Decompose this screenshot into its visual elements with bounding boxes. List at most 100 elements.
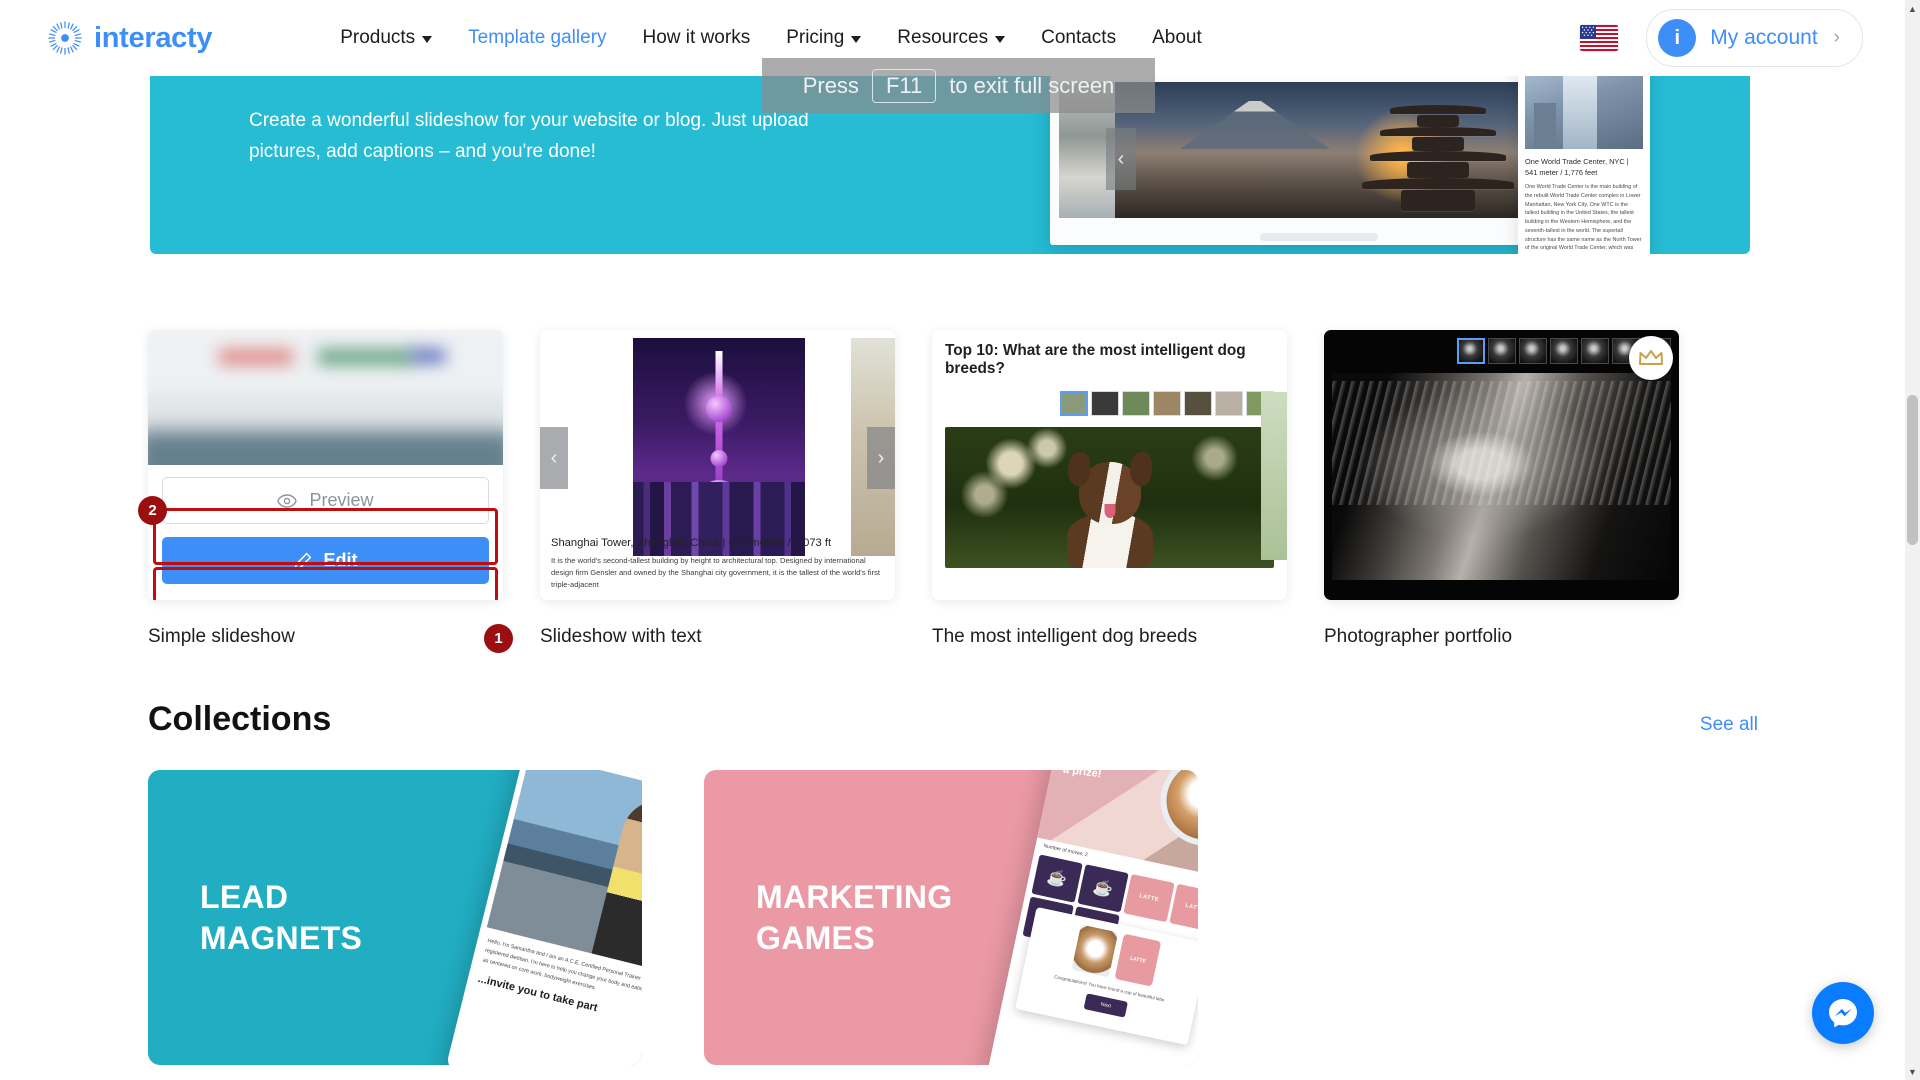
template-thumbnail[interactable]: [1324, 330, 1679, 600]
lead-magnet-mockup: Summer fitness mar... Hello, I'm Samanth…: [445, 770, 642, 1065]
nav-label: Pricing: [786, 27, 845, 48]
template-title: Slideshow with text: [540, 626, 702, 647]
nav-item-products[interactable]: Products: [322, 21, 450, 55]
thumbnail-item[interactable]: [1550, 338, 1578, 364]
scroll-down-arrow[interactable]: ▼: [1905, 1063, 1920, 1080]
matched-pair: LATTE: [1071, 924, 1162, 987]
us-flag-icon[interactable]: [1580, 25, 1619, 51]
hero-prev-arrow[interactable]: ‹: [1106, 128, 1136, 190]
hero-illustration: ‹ › One World Trade Center, NYC | 541 me…: [1050, 64, 1750, 254]
thumbnail-item[interactable]: [1519, 338, 1547, 364]
next-slide-peek: [1261, 392, 1287, 560]
thumbnail-item[interactable]: [1091, 391, 1119, 416]
match-card-label: LATTE: [1114, 933, 1162, 987]
preview-button[interactable]: Preview: [162, 477, 489, 524]
collections-title: Collections: [148, 700, 332, 738]
avatar: i: [1658, 19, 1697, 57]
chevron-down-icon: [422, 35, 433, 43]
template-card-slideshow-with-text[interactable]: ‹ › Shanghai Tower, Shanghai, China | 63…: [540, 330, 895, 648]
nav-label: Products: [340, 27, 416, 48]
thumbnail-item[interactable]: [1184, 391, 1212, 416]
annotation-badge-2: 2: [138, 496, 167, 525]
thumbnail-strip: [1332, 338, 1671, 364]
notice-after: to exit full screen: [949, 72, 1115, 98]
preview-button-label: Preview: [309, 490, 374, 510]
marketing-game-mockup: Find pairsand geta prize! Original Quiz …: [984, 770, 1198, 1065]
hero-slide-image: [1115, 82, 1579, 218]
template-thumbnail[interactable]: ‹ › Shanghai Tower, Shanghai, China | 63…: [540, 330, 895, 600]
portrait-photo: [1332, 373, 1671, 580]
template-grid: Preview Edit 2 1 Simple slideshow ‹ › Sh…: [138, 330, 1758, 653]
tower-sphere: [706, 396, 732, 422]
edit-button-label: Edit: [323, 550, 358, 570]
scrollbar-thumb[interactable]: [1907, 395, 1918, 545]
monitor-stand: [1260, 233, 1378, 241]
thumbnail-item[interactable]: [1122, 391, 1150, 416]
see-all-link[interactable]: See all: [1700, 714, 1758, 736]
page-scrollbar[interactable]: ▲ ▼: [1905, 0, 1920, 1080]
game-tile: ☕: [1077, 864, 1129, 913]
sunburst-logo-icon: [48, 21, 82, 55]
template-title: Photographer portfolio: [1324, 626, 1513, 647]
template-thumbnail[interactable]: Preview Edit: [148, 330, 503, 600]
collection-label: MARKETING GAMES: [756, 878, 953, 956]
crown-icon: [1639, 350, 1663, 365]
nav-label: How it works: [642, 27, 751, 48]
chevron-down-icon: [995, 35, 1006, 43]
thumbnail-item[interactable]: [1581, 338, 1609, 364]
header-right: i My account ›: [1580, 9, 1863, 67]
chevron-right-icon: ›: [1833, 27, 1840, 48]
game-tile: LATTE: [1169, 883, 1198, 933]
blur-accent: [410, 348, 445, 363]
hair-texture: [1332, 381, 1671, 506]
nav-item-pricing[interactable]: Pricing: [768, 21, 879, 55]
annotation-badge-1: 1: [484, 624, 513, 653]
logo[interactable]: interacty: [46, 19, 212, 57]
tower-shape: [715, 351, 723, 502]
nav-item-how-it-works[interactable]: How it works: [625, 21, 769, 55]
pencil-icon: [293, 552, 311, 570]
nav-item-template-gallery[interactable]: Template gallery: [450, 21, 624, 55]
my-account-label: My account: [1710, 26, 1818, 49]
slide-next-arrow[interactable]: ›: [867, 427, 895, 490]
nav-item-resources[interactable]: Resources: [879, 21, 1023, 55]
tower-sphere: [710, 450, 728, 467]
collection-card-lead-magnets[interactable]: LEADMAGNETS Summer fitness mar... Hello,…: [148, 770, 642, 1065]
nav-label: Contacts: [1041, 27, 1117, 48]
thumbnail-strip: [945, 391, 1274, 416]
hero-side-card: One World Trade Center, NYC | 541 meter …: [1518, 64, 1650, 254]
game-tile: LATTE: [1123, 873, 1175, 923]
template-thumbnail[interactable]: Top 10: What are the most intelligent do…: [932, 330, 1287, 600]
template-title: Simple slideshow: [148, 626, 295, 647]
side-card-title: One World Trade Center, NYC | 541 meter …: [1525, 157, 1629, 178]
slide-prev-arrow[interactable]: ‹: [540, 427, 568, 490]
my-account-button[interactable]: i My account ›: [1646, 9, 1863, 67]
nav-label: About: [1152, 27, 1202, 48]
messenger-chat-button[interactable]: [1812, 982, 1874, 1044]
thumbnail-item[interactable]: [1153, 391, 1181, 416]
dog-ear: [1129, 452, 1152, 486]
thumbnail-item[interactable]: [1457, 338, 1485, 364]
template-card-simple-slideshow[interactable]: Preview Edit 2 1 Simple slideshow: [138, 330, 513, 653]
nav-item-contacts[interactable]: Contacts: [1023, 21, 1134, 55]
collections-header: Collections See all: [148, 700, 1758, 739]
match-card-image: [1071, 924, 1119, 978]
scroll-up-arrow[interactable]: ▲: [1905, 0, 1920, 17]
thumbnail-item[interactable]: [1215, 391, 1243, 416]
dog-photo: [945, 427, 1274, 568]
edit-button[interactable]: Edit: [162, 537, 489, 584]
template-card-dog-breeds[interactable]: Top 10: What are the most intelligent do…: [932, 330, 1287, 648]
thumbnail-item[interactable]: [1060, 391, 1088, 416]
nav-item-about[interactable]: About: [1134, 21, 1220, 55]
template-card-photographer-portfolio[interactable]: Photographer portfolio: [1324, 330, 1679, 648]
shanghai-tower-photo: [633, 338, 805, 556]
template-hover-actions: Preview Edit: [148, 465, 503, 600]
mountain-shape: [1179, 101, 1330, 150]
thumbnail-item[interactable]: [1488, 338, 1516, 364]
blur-accent: [318, 348, 415, 365]
collection-card-marketing-games[interactable]: MARKETINGGAMES Find pairsand geta prize!…: [704, 770, 1198, 1065]
blur-accent: [219, 348, 293, 365]
coffee-cup-shape: [1159, 770, 1198, 847]
caption-title: Shanghai Tower, Shanghai, China | 632 me…: [551, 536, 832, 549]
collection-label: LEAD MAGNETS: [200, 878, 363, 956]
